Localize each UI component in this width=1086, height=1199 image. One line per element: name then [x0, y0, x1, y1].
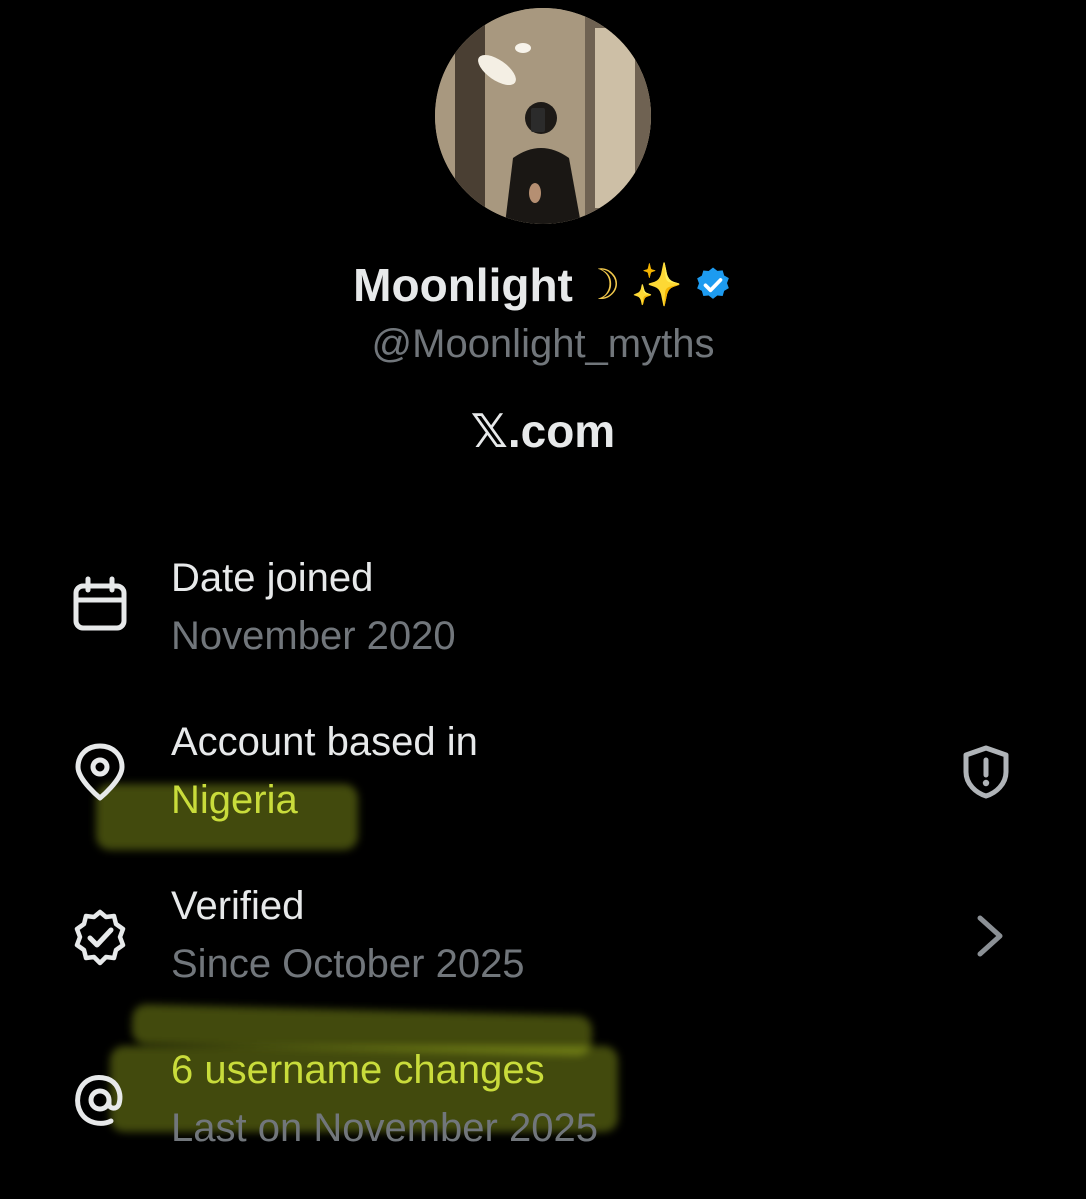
username-changes-row: 6 username changes Last on November 2025	[0, 1048, 1086, 1168]
display-name: Moonlight	[353, 259, 573, 311]
verified-seal-icon	[70, 908, 130, 968]
calendar-icon	[70, 576, 130, 636]
profile-name-row: Moonlight ☽ ✨	[0, 258, 1086, 312]
sparkles-emoji: ✨	[630, 260, 683, 309]
username-changes-title: 6 username changes	[171, 1048, 545, 1092]
date-joined-title: Date joined	[171, 556, 374, 600]
at-sign-icon	[70, 1070, 130, 1130]
verified-badge-icon[interactable]	[693, 265, 733, 305]
account-based-title: Account based in	[171, 720, 478, 764]
verified-title: Verified	[171, 884, 305, 928]
username-changes-value: Last on November 2025	[171, 1106, 598, 1150]
date-joined-row: Date joined November 2020	[0, 556, 1086, 676]
profile-handle: @Moonlight_myths	[371, 322, 715, 366]
account-based-value: Nigeria	[171, 778, 298, 822]
verified-value: Since October 2025	[171, 942, 525, 986]
location-pin-icon	[70, 742, 130, 802]
site-label: 𝕏.com	[470, 405, 616, 457]
shield-alert-icon[interactable]	[958, 744, 1014, 800]
account-based-row: Account based in Nigeria	[0, 720, 1086, 840]
date-joined-value: November 2020	[171, 614, 456, 658]
moon-emoji: ☽	[582, 260, 621, 309]
chevron-right-icon[interactable]	[962, 908, 1018, 964]
verified-row[interactable]: Verified Since October 2025	[0, 884, 1086, 1004]
profile-avatar[interactable]	[435, 8, 651, 224]
